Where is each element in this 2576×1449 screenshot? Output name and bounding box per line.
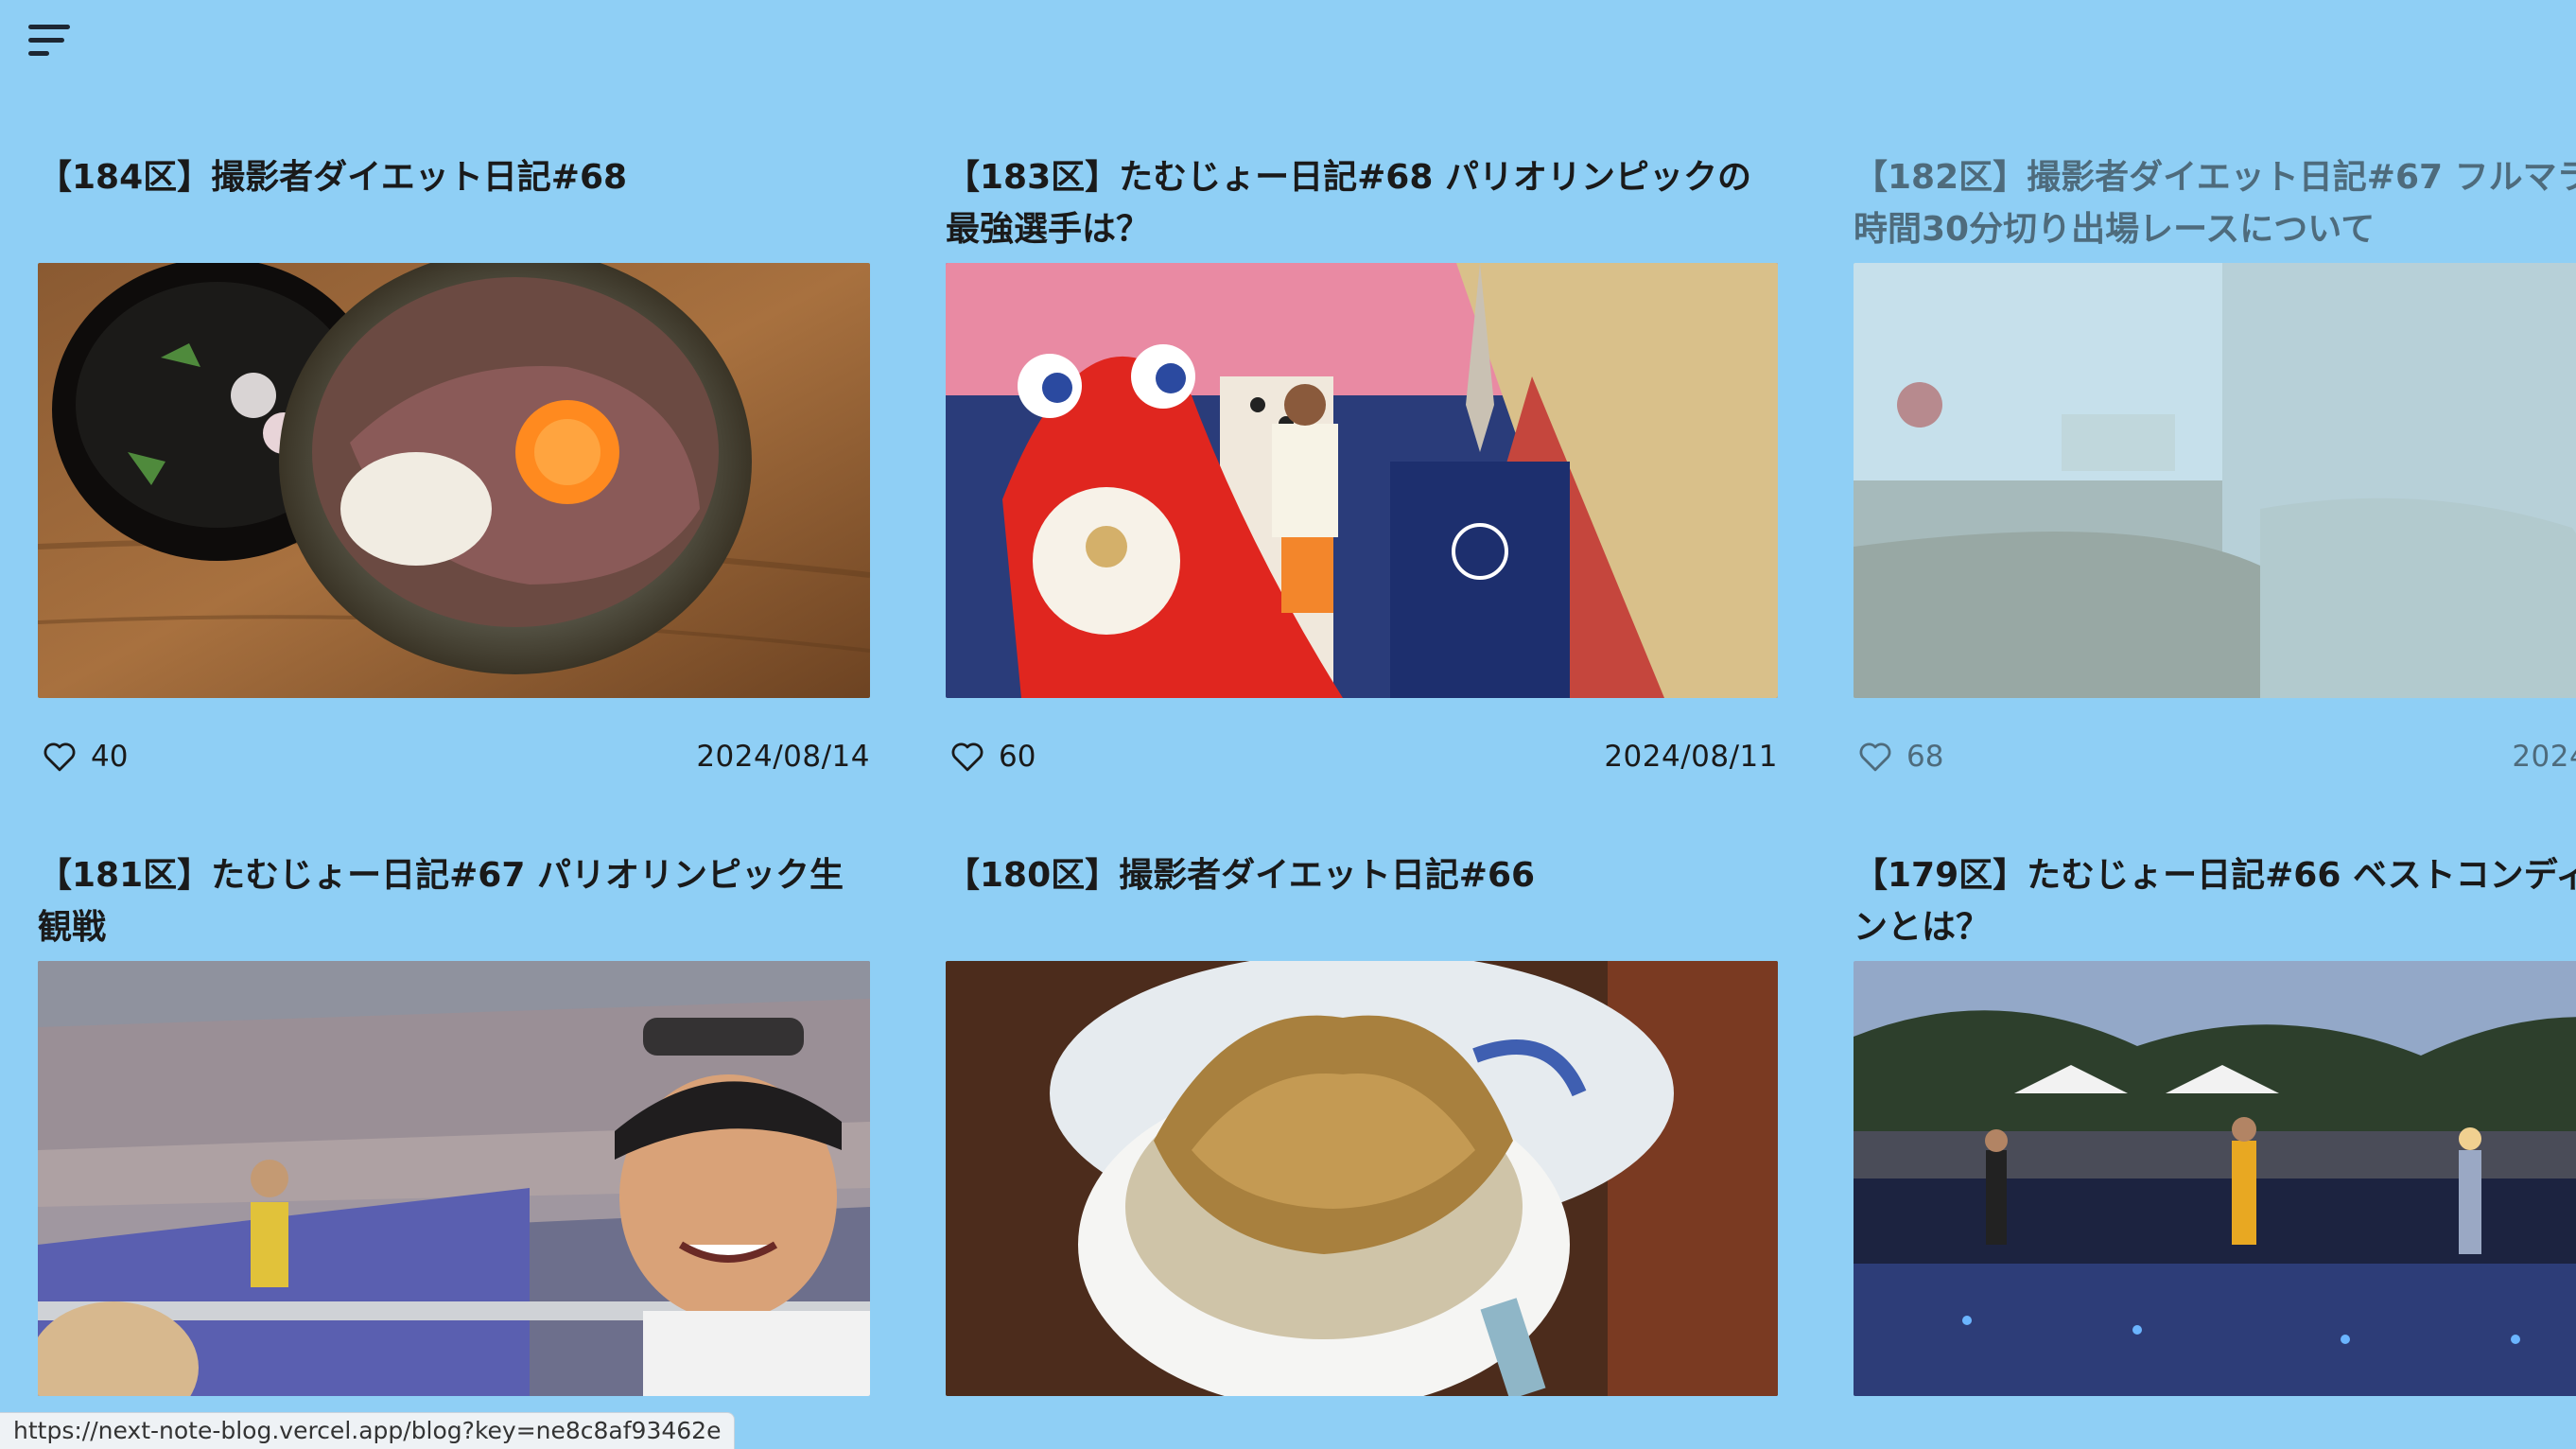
post-date: 2024/08/11 xyxy=(1604,740,1778,774)
blog-page: 【184区】撮影者ダイエット日記#68 40 2024/08/14 【183区】… xyxy=(0,0,2576,1449)
post-date: 2024/08/14 xyxy=(696,740,870,774)
heart-outline-icon xyxy=(44,742,76,772)
post-title[interactable]: 【181区】たむじょー日記#67 パリオリンピック生観戦 xyxy=(38,849,870,953)
post-card[interactable]: 【182区】撮影者ダイエット日記#67 フルマラソン2時間30分切り出場レースに… xyxy=(1854,151,2576,776)
post-card[interactable]: 【184区】撮影者ダイエット日記#68 40 2024/08/14 xyxy=(38,151,870,776)
post-title[interactable]: 【180区】撮影者ダイエット日記#66 xyxy=(946,849,1778,953)
like-count-value: 68 xyxy=(1906,740,1944,774)
post-title[interactable]: 【179区】たむじょー日記#66 ベストコンディションとは？ xyxy=(1854,849,2576,953)
like-count-value: 40 xyxy=(91,740,129,774)
like-count[interactable]: 60 xyxy=(946,740,1036,774)
post-card[interactable]: 【179区】たむじょー日記#66 ベストコンディションとは？ xyxy=(1854,849,2576,1396)
post-thumbnail[interactable] xyxy=(1854,263,2576,698)
post-thumbnail[interactable] xyxy=(1854,961,2576,1396)
post-thumbnail[interactable] xyxy=(946,961,1778,1396)
post-grid: 【184区】撮影者ダイエット日記#68 40 2024/08/14 【183区】… xyxy=(38,151,2576,1396)
like-count[interactable]: 40 xyxy=(38,740,128,774)
post-card[interactable]: 【181区】たむじょー日記#67 パリオリンピック生観戦 xyxy=(38,849,870,1396)
heart-outline-icon xyxy=(1859,742,1891,772)
post-title[interactable]: 【184区】撮影者ダイエット日記#68 xyxy=(38,151,870,255)
post-thumbnail[interactable] xyxy=(38,263,870,698)
hamburger-menu-icon[interactable] xyxy=(28,21,74,62)
status-bar-url: https://next-note-blog.vercel.app/blog?k… xyxy=(0,1412,736,1449)
like-count-value: 60 xyxy=(999,740,1036,774)
post-thumbnail[interactable] xyxy=(946,263,1778,698)
post-card[interactable]: 【183区】たむじょー日記#68 パリオリンピックの最強選手は？ 60 2024… xyxy=(946,151,1778,776)
heart-outline-icon xyxy=(951,742,983,772)
post-title[interactable]: 【182区】撮影者ダイエット日記#67 フルマラソン2時間30分切り出場レースに… xyxy=(1854,151,2576,255)
post-title[interactable]: 【183区】たむじょー日記#68 パリオリンピックの最強選手は？ xyxy=(946,151,1778,255)
post-date: 2024/08/07 xyxy=(2512,740,2576,774)
post-thumbnail[interactable] xyxy=(38,961,870,1396)
post-card[interactable]: 【180区】撮影者ダイエット日記#66 xyxy=(946,849,1778,1396)
like-count[interactable]: 68 xyxy=(1854,740,1943,774)
